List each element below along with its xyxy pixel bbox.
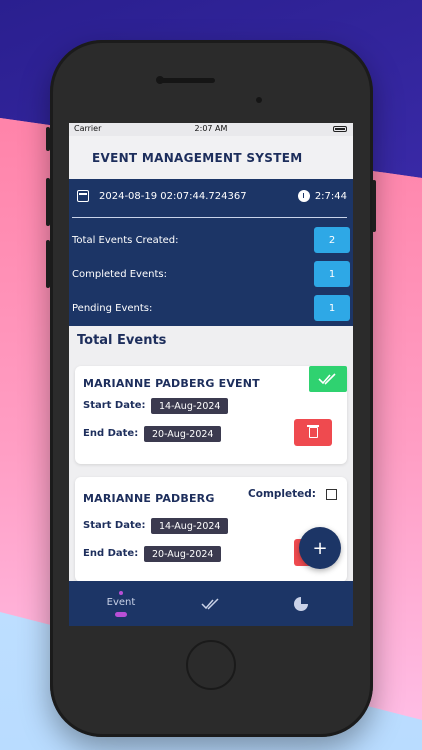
- completed-toggle[interactable]: Completed:: [248, 488, 337, 500]
- event-card[interactable]: MARIANNE PADBERG EVENT Start Date: 14-Au…: [75, 366, 347, 464]
- bottom-tab-bar: Event: [69, 581, 353, 626]
- tab-stats[interactable]: [254, 581, 348, 626]
- stat-badge: 1: [314, 261, 350, 287]
- status-time: 2:07 AM: [194, 124, 228, 133]
- tab-event[interactable]: Event: [74, 581, 168, 626]
- section-title: Total Events: [77, 333, 167, 348]
- trash-icon: [306, 425, 319, 438]
- status-bar: Carrier 2:07 AM: [69, 123, 353, 136]
- end-date-label: End Date:: [83, 428, 139, 439]
- stat-badge: 1: [314, 295, 350, 321]
- timer-value: 2:7:44: [314, 190, 347, 202]
- add-event-button[interactable]: +: [299, 527, 341, 569]
- double-check-icon: [201, 597, 219, 610]
- calendar-icon: [77, 190, 89, 202]
- start-date-value: 14-Aug-2024: [151, 398, 229, 414]
- completed-checkbox[interactable]: [326, 488, 337, 500]
- start-date-label: Start Date:: [83, 520, 146, 531]
- front-sensor: [256, 97, 262, 103]
- current-datetime: 2024-08-19 02:07:44.724367: [99, 190, 247, 202]
- pie-chart-icon: [294, 596, 308, 611]
- end-date-value: 20-Aug-2024: [144, 546, 222, 562]
- home-button[interactable]: [186, 640, 236, 690]
- earpiece-speaker: [159, 78, 215, 83]
- app-bar: EVENT MANAGEMENT SYSTEM: [69, 136, 353, 179]
- stat-completed-events: Completed Events: 1: [69, 260, 350, 288]
- events-list: Total Events MARIANNE PADBERG EVENT Star…: [69, 326, 353, 582]
- stat-label: Completed Events:: [72, 268, 167, 280]
- completed-label: Completed:: [248, 488, 316, 500]
- divider: [72, 217, 347, 218]
- stat-label: Pending Events:: [72, 302, 153, 314]
- tab-label: Event: [106, 596, 136, 608]
- event-card[interactable]: MARIANNE PADBERG Completed: Start Date: …: [75, 477, 347, 582]
- stat-label: Total Events Created:: [72, 234, 179, 246]
- stat-pending-events: Pending Events: 1: [69, 294, 350, 322]
- phone-power-button: [372, 180, 376, 232]
- tab-completed[interactable]: [164, 581, 258, 626]
- start-date-value: 14-Aug-2024: [151, 518, 229, 534]
- summary-panel: 2024-08-19 02:07:44.724367 2:7:44 Total …: [69, 179, 353, 326]
- event-name: MARIANNE PADBERG: [83, 492, 215, 505]
- phone-volume-up: [46, 178, 50, 226]
- mark-complete-button[interactable]: [309, 366, 347, 392]
- stat-badge: 2: [314, 227, 350, 253]
- stopwatch-icon: [297, 190, 310, 202]
- phone-mute-switch: [46, 127, 50, 151]
- end-date-value: 20-Aug-2024: [144, 426, 222, 442]
- active-indicator: [115, 611, 127, 617]
- plus-icon: +: [312, 537, 328, 559]
- battery-icon: [333, 126, 347, 132]
- event-name: MARIANNE PADBERG EVENT: [83, 377, 260, 390]
- app-screen: Carrier 2:07 AM EVENT MANAGEMENT SYSTEM …: [69, 123, 353, 626]
- delete-button[interactable]: [294, 419, 332, 446]
- stat-total-events: Total Events Created: 2: [69, 226, 350, 254]
- datetime-row: 2024-08-19 02:07:44.724367 2:7:44: [77, 187, 347, 205]
- end-date-label: End Date:: [83, 548, 139, 559]
- phone-volume-down: [46, 240, 50, 288]
- double-check-icon: [318, 373, 336, 385]
- event-icon: [119, 590, 123, 595]
- app-title: EVENT MANAGEMENT SYSTEM: [92, 150, 303, 165]
- start-date-label: Start Date:: [83, 400, 146, 411]
